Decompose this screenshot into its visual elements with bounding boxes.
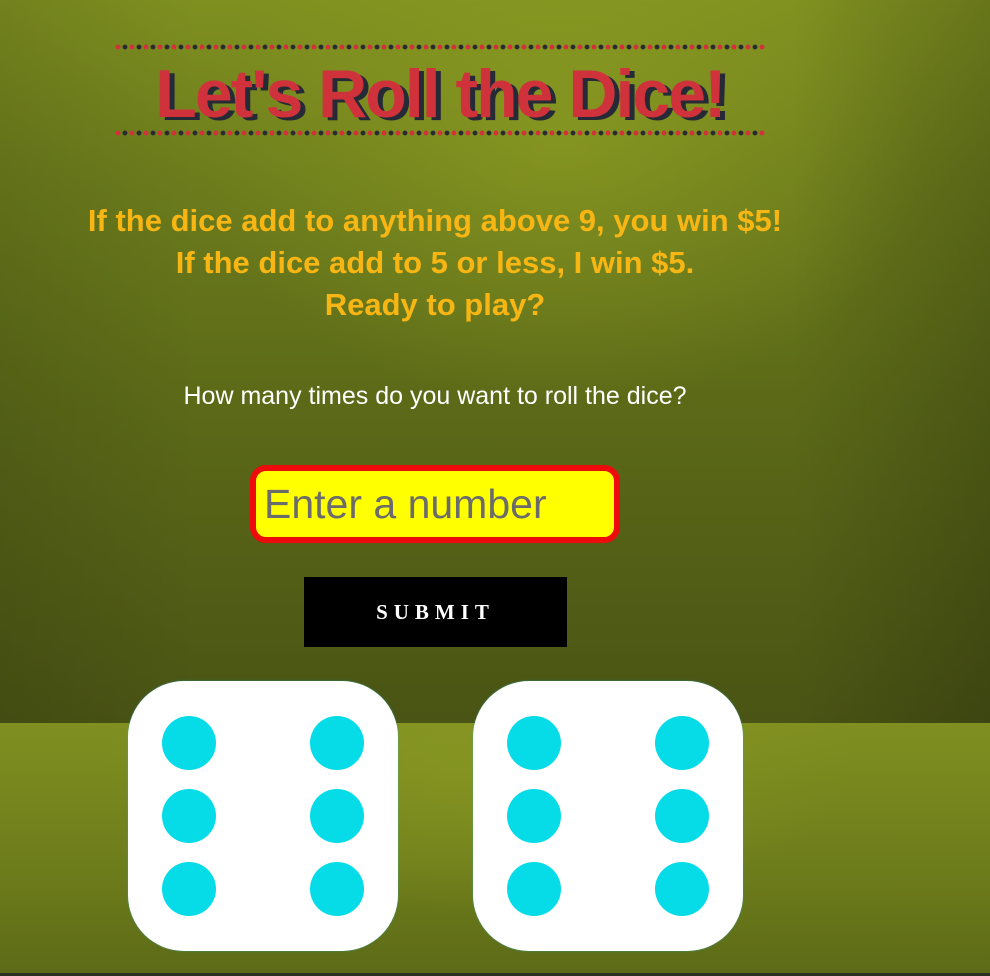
page-title: Let's Roll the Dice! [155,56,726,132]
submit-button[interactable]: SUBMIT [304,577,567,647]
title-banner: Let's Roll the Dice! [115,44,765,136]
die-pip [310,716,364,770]
roll-count-input[interactable] [250,465,620,543]
die-pip [655,789,709,843]
die-2 [473,681,743,951]
die-pip [655,716,709,770]
rule-win-line: If the dice add to anything above 9, you… [87,203,783,238]
die-1 [128,681,398,951]
die-pip [162,716,216,770]
title-dotted-border-top [115,44,765,50]
die-pip [162,789,216,843]
die-pip [507,789,561,843]
die-pip [310,862,364,916]
roll-count-prompt: How many times do you want to roll the d… [183,382,687,410]
die-pip [507,716,561,770]
die-pip [162,862,216,916]
title-dotted-border-bottom [115,130,765,136]
die-pip [310,789,364,843]
rule-lose-line: If the dice add to 5 or less, I win $5. [175,245,695,280]
die-pip [655,862,709,916]
die-pip [507,862,561,916]
ready-to-play-line: Ready to play? [324,287,546,322]
game-rules: If the dice add to anything above 9, you… [40,200,830,326]
